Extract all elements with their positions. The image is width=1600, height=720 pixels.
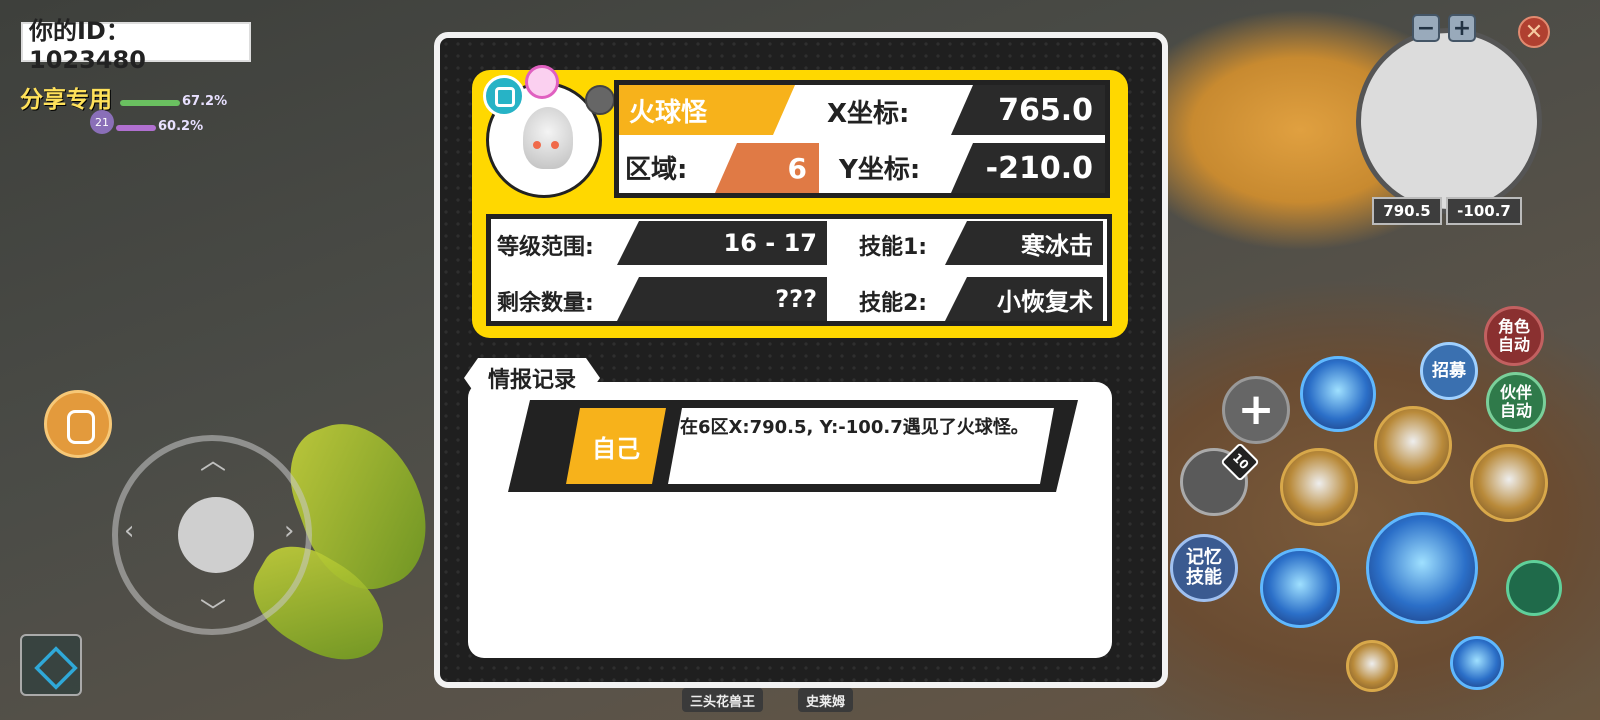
intel-record-tab[interactable]: 情报记录 xyxy=(464,358,600,398)
joystick-right-icon: › xyxy=(284,516,295,546)
region-value: 6 xyxy=(715,143,819,193)
type-swirl-icon xyxy=(525,65,559,99)
partner-auto-button[interactable]: 伙伴 自动 xyxy=(1486,372,1546,432)
fireball-monster-icon xyxy=(523,107,573,169)
memory-skill-label: 记忆 技能 xyxy=(1186,547,1222,588)
target-lock-button[interactable] xyxy=(1506,560,1562,616)
remaining-count-label: 剩余数量: xyxy=(497,291,594,316)
level-range-label: 等级范围: xyxy=(497,235,594,260)
list-item[interactable]: 自己 在6区X:790.5, Y:-100.7遇见了火球怪。 xyxy=(508,400,1078,492)
map-toggle-button[interactable] xyxy=(20,634,82,696)
type-hexagon-icon xyxy=(483,75,525,117)
close-button[interactable]: ✕ xyxy=(1518,16,1550,48)
remaining-count-value: ??? xyxy=(617,277,827,321)
x-coord-value: 765.0 xyxy=(951,85,1105,135)
record-text: 在6区X:790.5, Y:-100.7遇见了火球怪。 xyxy=(668,408,1054,484)
minimap-y-coord: -100.7 xyxy=(1446,197,1522,225)
monster-coords-grid: 火球怪 X坐标: 765.0 区域: 6 Y坐标: -210.0 xyxy=(614,80,1110,198)
skill-slot-2[interactable] xyxy=(1280,448,1358,526)
x-coord-label: X坐标: xyxy=(827,99,910,129)
add-skill-button[interactable]: + xyxy=(1222,376,1290,444)
region-label: 区域: xyxy=(625,155,688,185)
monster-name-cell: 火球怪 xyxy=(619,85,795,135)
y-coord-value: -210.0 xyxy=(951,143,1105,193)
monster-eye-icon xyxy=(551,141,559,149)
skill2-value: 小恢复术 xyxy=(945,277,1103,321)
add-icon: + xyxy=(1237,383,1275,435)
hp-percent: 67.2% xyxy=(182,94,228,109)
joystick-knob[interactable] xyxy=(178,497,254,573)
joystick-left-icon: ‹ xyxy=(124,516,135,546)
skill2-label: 技能2: xyxy=(859,291,928,316)
skill1-value: 寒冰击 xyxy=(945,221,1103,265)
dash-skill-button[interactable] xyxy=(1300,356,1376,432)
skill-slot-1[interactable] xyxy=(1374,406,1452,484)
monster-avatar xyxy=(483,65,615,198)
hp-bar xyxy=(120,100,180,106)
monster-name: 火球怪 xyxy=(629,97,708,128)
role-auto-label: 角色 自动 xyxy=(1497,317,1530,354)
monster-stats-grid: 等级范围: 16 - 17 技能1: 寒冰击 剩余数量: ??? 技能2: 小恢… xyxy=(486,214,1112,326)
monster-info-panel: 火球怪 X坐标: 765.0 区域: 6 Y坐标: -210.0 等级范围: 1… xyxy=(472,65,1128,338)
gear-icon xyxy=(585,85,615,115)
share-label: 分享专用 xyxy=(20,87,112,113)
monster-eye-icon xyxy=(533,141,541,149)
role-auto-button[interactable]: 角色 自动 xyxy=(1484,306,1544,366)
sprint-button[interactable] xyxy=(1450,636,1504,690)
memory-skill-button[interactable]: 记忆 技能 xyxy=(1170,534,1238,602)
attack-button[interactable] xyxy=(1366,512,1478,624)
joystick-up-icon: ︿ xyxy=(200,446,227,476)
intel-record-list[interactable]: 自己 在6区X:790.5, Y:-100.7遇见了火球怪。 xyxy=(468,382,1112,658)
minimap-x-coord: 790.5 xyxy=(1372,197,1442,225)
backpack-button[interactable] xyxy=(44,390,112,458)
mp-bar xyxy=(116,125,156,131)
zoom-out-button[interactable]: − xyxy=(1412,14,1440,42)
skill1-label: 技能1: xyxy=(859,235,928,260)
joystick-down-icon: ﹀ xyxy=(200,598,227,628)
player-id-box: 你的ID： 1023480 xyxy=(21,17,251,74)
ice-skill-button[interactable] xyxy=(1260,548,1340,628)
mp-percent: 60.2% xyxy=(158,119,204,134)
recruit-button[interactable]: 招募 xyxy=(1420,342,1478,400)
player-id-text: 你的ID： 1023480 xyxy=(29,16,146,74)
minimap[interactable] xyxy=(1356,28,1542,214)
zoom-in-button[interactable]: + xyxy=(1448,14,1476,42)
partner-auto-label: 伙伴 自动 xyxy=(1499,383,1532,420)
emote-button[interactable] xyxy=(1346,640,1398,692)
y-coord-label: Y坐标: xyxy=(839,155,921,185)
monster-info-dialog: 火球怪 X坐标: 765.0 区域: 6 Y坐标: -210.0 等级范围: 1… xyxy=(434,32,1168,688)
skill-slot-3[interactable] xyxy=(1470,444,1548,522)
level-badge: 21 xyxy=(90,110,114,134)
record-source-label: 自己 xyxy=(566,408,666,484)
recruit-label: 招募 xyxy=(1432,360,1466,381)
nearby-monster-tag[interactable]: 史莱姆 xyxy=(798,688,854,712)
level-range-value: 16 - 17 xyxy=(617,221,827,265)
nearby-monster-tag[interactable]: 三头花兽王 xyxy=(682,688,764,712)
